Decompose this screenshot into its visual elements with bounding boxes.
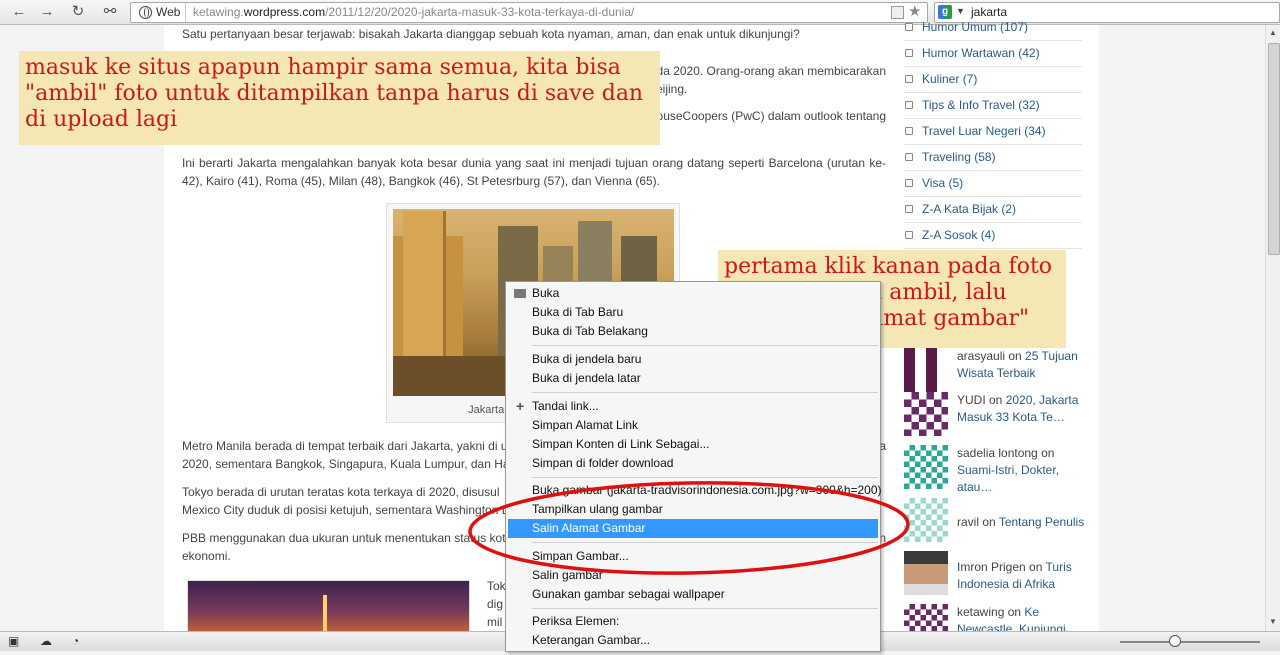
article-paragraph: Ini berarti Jakarta mengalahkan banyak k… bbox=[182, 156, 886, 188]
url-text[interactable]: ketawing.wordpress.com/2011/12/20/2020-j… bbox=[193, 3, 634, 22]
avatar[interactable] bbox=[904, 392, 948, 436]
reload-icon[interactable]: ↻ bbox=[68, 2, 88, 22]
avatar[interactable] bbox=[904, 445, 948, 489]
sidebar-category[interactable]: Tips & Info Travel (32) bbox=[904, 92, 1082, 119]
cloud-icon[interactable]: ☁ bbox=[40, 634, 52, 648]
recent-comment: ravil on Tentang Penulis bbox=[904, 498, 1084, 548]
plus-icon: + bbox=[516, 398, 525, 414]
sidebar-category[interactable]: Z-A Sosok (4) bbox=[904, 222, 1082, 249]
menu-separator bbox=[532, 542, 878, 543]
comment-author[interactable]: ravil bbox=[957, 515, 979, 529]
comment-author[interactable]: sadelia lontong bbox=[957, 446, 1038, 460]
comment-post-link[interactable]: Tentang Penulis bbox=[999, 515, 1084, 529]
bullet-icon bbox=[905, 153, 913, 161]
forward-icon[interactable]: → bbox=[37, 2, 57, 22]
vertical-scrollbar[interactable]: ▲ ▼ bbox=[1265, 25, 1280, 631]
menu-item-tandai-link[interactable]: + Tandai link... bbox=[508, 397, 878, 416]
menu-separator bbox=[532, 345, 878, 346]
recent-comment: sadelia lontong on Suami-Istri, Dokter, … bbox=[904, 445, 1084, 495]
comment-author[interactable]: Imron Prigen bbox=[957, 560, 1026, 574]
menu-item-gunakan-wallpaper[interactable]: Gunakan gambar sebagai wallpaper bbox=[508, 585, 878, 604]
rss-icon[interactable] bbox=[891, 6, 904, 19]
folder-icon bbox=[514, 289, 526, 298]
menu-item-tampilkan-ulang-gambar[interactable]: Tampilkan ulang gambar bbox=[508, 500, 878, 519]
panel-toggle-icon[interactable]: ▣ bbox=[8, 634, 19, 648]
scroll-down-icon[interactable]: ▼ bbox=[1269, 617, 1277, 626]
annotation-note: masuk ke situs apapun hampir sama semua,… bbox=[19, 51, 660, 145]
scrollbar-thumb[interactable] bbox=[1268, 43, 1280, 255]
zoom-slider[interactable] bbox=[1120, 641, 1260, 643]
url-domain: ketawing. bbox=[193, 5, 244, 19]
sidebar-category[interactable]: Z-A Kata Bijak (2) bbox=[904, 196, 1082, 223]
sidebar-category[interactable]: Humor Umum (107) bbox=[904, 14, 1082, 41]
menu-item-periksa-elemen[interactable]: Periksa Elemen: bbox=[508, 612, 878, 631]
menu-item-simpan-alamat-link[interactable]: Simpan Alamat Link bbox=[508, 416, 878, 435]
menu-separator bbox=[532, 392, 878, 393]
bullet-icon bbox=[905, 127, 913, 135]
menu-separator bbox=[532, 477, 878, 478]
article-paragraph: Satu pertanyaan besar terjawab: bisakah … bbox=[182, 27, 800, 41]
menu-item-salin-gambar[interactable]: Salin gambar bbox=[508, 566, 878, 585]
article-paragraph: eijing. bbox=[656, 82, 688, 96]
menu-item-keterangan-gambar[interactable]: Keterangan Gambar... bbox=[508, 631, 878, 650]
comment-post-link[interactable]: Suami-Istri, Dokter, atau… bbox=[957, 463, 1059, 494]
menu-item-salin-alamat-gambar[interactable]: Salin Alamat Gambar bbox=[508, 519, 878, 538]
avatar[interactable] bbox=[904, 551, 948, 595]
bullet-icon bbox=[905, 231, 913, 239]
sidebar-category[interactable]: Humor Wartawan (42) bbox=[904, 40, 1082, 67]
avatar[interactable] bbox=[904, 348, 948, 392]
bullet-icon bbox=[905, 23, 913, 31]
menu-item-buka-tab-baru[interactable]: Buka di Tab Baru bbox=[508, 303, 878, 322]
menu-item-simpan-gambar[interactable]: Simpan Gambar... bbox=[508, 547, 878, 566]
menu-item-simpan-konten[interactable]: Simpan Konten di Link Sebagai... bbox=[508, 435, 878, 454]
sidebar-category[interactable]: Kuliner (7) bbox=[904, 66, 1082, 93]
menu-item-buka-jendela-baru[interactable]: Buka di jendela baru bbox=[508, 350, 878, 369]
sidebar-category[interactable]: Traveling (58) bbox=[904, 144, 1082, 171]
recent-comment: arasyauli on 25 Tujuan Wisata Terbaik bbox=[904, 348, 1084, 398]
address-bar[interactable]: Web ketawing.wordpress.com/2011/12/20/20… bbox=[130, 2, 928, 23]
comment-author[interactable]: ketawing bbox=[957, 605, 1004, 619]
menu-item-simpan-folder-download[interactable]: Simpan di folder download bbox=[508, 454, 878, 473]
bullet-icon bbox=[905, 75, 913, 83]
recent-comment: Imron Prigen on Turis Indonesia di Afrik… bbox=[904, 551, 1084, 601]
recent-comment: YUDI on 2020, Jakarta Masuk 33 Kota Te… bbox=[904, 392, 1084, 442]
avatar[interactable] bbox=[904, 604, 948, 631]
url-host: wordpress.com bbox=[243, 5, 326, 19]
bullet-icon bbox=[905, 179, 913, 187]
back-icon[interactable]: ← bbox=[9, 2, 29, 22]
comment-author[interactable]: YUDI bbox=[957, 393, 986, 407]
article-image-tower[interactable] bbox=[187, 580, 470, 633]
menu-item-buka-jendela-latar[interactable]: Buka di jendela latar bbox=[508, 369, 878, 388]
globe-icon bbox=[139, 6, 152, 19]
browser-toolbar: ← → ↻ ⚯ Web ketawing.wordpress.com/2011/… bbox=[0, 0, 1280, 25]
sidebar-category[interactable]: Visa (5) bbox=[904, 170, 1082, 197]
bullet-icon bbox=[905, 101, 913, 109]
comment-author[interactable]: arasyauli bbox=[957, 349, 1005, 363]
bullet-icon bbox=[905, 49, 913, 57]
context-menu: Buka Buka di Tab Baru Buka di Tab Belaka… bbox=[505, 281, 882, 652]
site-info-chip[interactable]: Web bbox=[131, 3, 186, 22]
url-path: /2011/12/20/2020-jakarta-masuk-33-kota-t… bbox=[325, 5, 635, 19]
web-label: Web bbox=[156, 5, 181, 19]
gauge-icon[interactable]: ◔ bbox=[72, 634, 79, 648]
scroll-up-icon[interactable]: ▲ bbox=[1269, 28, 1277, 37]
menu-item-buka[interactable]: Buka bbox=[508, 284, 878, 303]
zoom-slider-knob[interactable] bbox=[1169, 635, 1181, 647]
key-icon[interactable]: ⚯ bbox=[98, 2, 122, 22]
menu-item-buka-tab-belakang[interactable]: Buka di Tab Belakang bbox=[508, 322, 878, 341]
menu-item-buka-gambar[interactable]: Buka gambar (jakarta-tradvisorindonesia.… bbox=[508, 481, 882, 500]
menu-separator bbox=[532, 608, 878, 609]
bullet-icon bbox=[905, 205, 913, 213]
avatar[interactable] bbox=[904, 498, 948, 542]
sidebar-category[interactable]: Travel Luar Negeri (34) bbox=[904, 118, 1082, 145]
